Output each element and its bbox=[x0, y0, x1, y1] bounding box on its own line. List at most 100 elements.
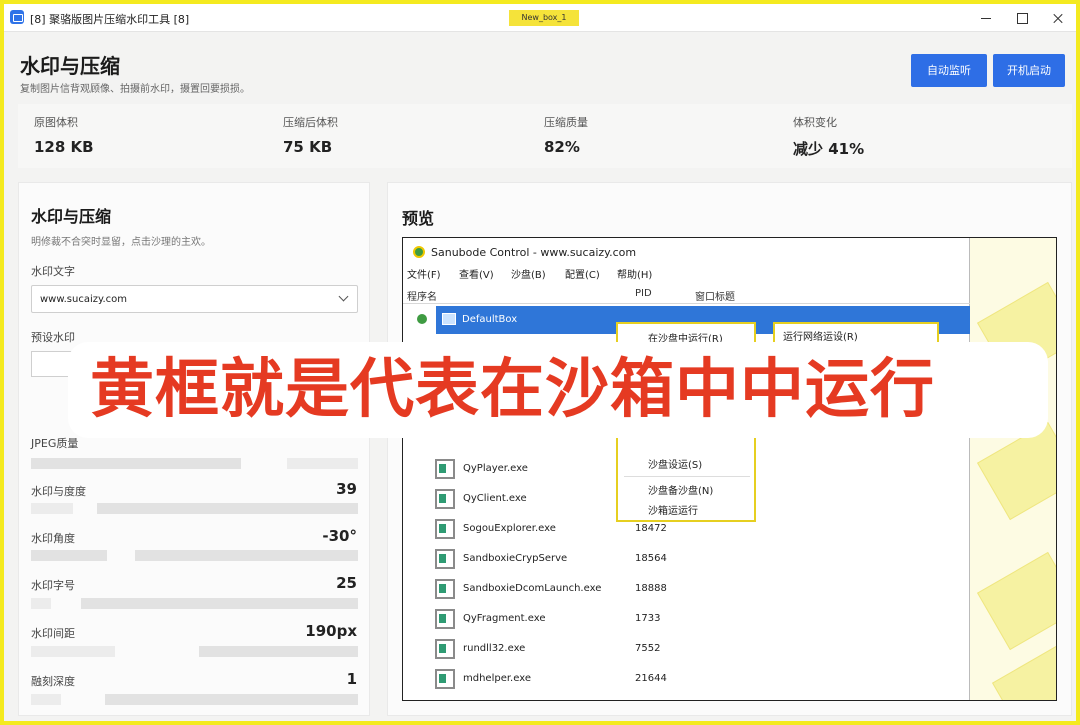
context-menu-item[interactable]: 沙箱运运行 bbox=[648, 502, 698, 517]
process-table-header: 程序名 PID 窗口标题 bbox=[403, 284, 970, 304]
font-size-slider-track[interactable] bbox=[81, 598, 358, 609]
stat-original-size: 原图体积 128 KB bbox=[34, 114, 94, 156]
settings-description: 明修裁不合突时显留，点击沙理的主欢。 bbox=[31, 237, 211, 248]
watermark-tile bbox=[976, 551, 1056, 651]
column-program[interactable]: 程序名 bbox=[407, 288, 437, 303]
process-icon bbox=[435, 579, 455, 599]
opacity-slider-fill[interactable] bbox=[31, 503, 73, 514]
tab-badge[interactable]: New_box_1 bbox=[509, 10, 579, 26]
jpeg-quality-slider-track[interactable] bbox=[287, 458, 358, 469]
depth-value: 1 bbox=[346, 670, 357, 688]
auto-monitor-button[interactable]: 自动监听 bbox=[911, 54, 987, 87]
sandboxie-logo-icon bbox=[413, 246, 425, 258]
stats-bar: 原图体积 128 KB 压缩后体积 75 KB 压缩质量 82% 体积变化 减少… bbox=[18, 104, 1072, 168]
process-name: mdhelper.exe bbox=[463, 673, 531, 684]
stat-value: 75 KB bbox=[283, 138, 333, 156]
process-name: SandboxieDcomLaunch.exe bbox=[463, 583, 602, 594]
window-title: [8] 聚骆版图片压缩水印工具 [8] bbox=[30, 13, 190, 26]
preview-image: Sanubode Control - www.sucaizy.com 文件(F)… bbox=[402, 237, 1057, 701]
angle-label: 水印角度 bbox=[31, 532, 75, 545]
stat-label: 压缩后体积 bbox=[283, 116, 338, 129]
watermark-text-value: www.sucaizy.com bbox=[40, 294, 128, 305]
spacing-slider-fill[interactable] bbox=[31, 646, 115, 657]
context-menu-item[interactable]: 沙盘备沙盘(N) bbox=[648, 482, 713, 497]
table-row[interactable]: QyFragment.exe 1733 bbox=[403, 604, 970, 634]
page-title: 水印与压缩 bbox=[20, 54, 120, 78]
spacing-slider-track[interactable] bbox=[199, 646, 358, 657]
opacity-slider-track[interactable] bbox=[97, 503, 358, 514]
settings-title: 水印与压缩 bbox=[31, 207, 112, 226]
opacity-value: 39 bbox=[336, 480, 357, 498]
process-icon bbox=[435, 489, 455, 509]
process-icon bbox=[435, 459, 455, 479]
opacity-label: 水印与度度 bbox=[31, 485, 86, 498]
submenu-label: 运行网络运设(R) bbox=[783, 332, 858, 343]
stat-label: 原图体积 bbox=[34, 116, 78, 129]
angle-slider-fill[interactable] bbox=[31, 550, 107, 561]
process-pid: 7552 bbox=[635, 643, 661, 654]
process-name: QyFragment.exe bbox=[463, 613, 546, 624]
auto-start-button[interactable]: 开机启动 bbox=[993, 54, 1065, 87]
title-bar: [8] 聚骆版图片压缩水印工具 [8] New_box_1 bbox=[4, 4, 1076, 32]
preview-title: 预览 bbox=[402, 209, 435, 228]
box-status-icon bbox=[417, 314, 427, 324]
stat-value: 128 KB bbox=[34, 138, 94, 156]
column-pid[interactable]: PID bbox=[635, 288, 652, 299]
menu-sandbox[interactable]: 沙盘(B) bbox=[511, 266, 546, 281]
process-icon bbox=[435, 639, 455, 659]
process-name: SandboxieCrypServe bbox=[463, 553, 568, 564]
table-row[interactable]: SandboxieCrypServe 18564 bbox=[403, 544, 970, 574]
sandbox-window-title: Sanubode Control - www.sucaizy.com bbox=[431, 246, 637, 259]
process-pid: 1733 bbox=[635, 613, 661, 624]
minimize-icon[interactable] bbox=[966, 4, 1006, 32]
page-subtitle: 复制图片信背观顾像、拍摄前水印，摄置回要损损。 bbox=[20, 84, 250, 95]
close-icon[interactable] bbox=[1038, 4, 1078, 32]
table-row[interactable]: SandboxieDcomLaunch.exe 18888 bbox=[403, 574, 970, 604]
stat-size-change: 体积变化 减少 41% bbox=[793, 114, 864, 159]
stat-quality: 压缩质量 82% bbox=[544, 114, 588, 156]
sandbox-window: Sanubode Control - www.sucaizy.com 文件(F)… bbox=[403, 238, 970, 700]
context-menu-item[interactable]: 沙盘设运(S) bbox=[648, 456, 702, 471]
process-icon bbox=[435, 669, 455, 689]
spacing-value: 190px bbox=[305, 622, 357, 640]
process-name: QyPlayer.exe bbox=[463, 463, 528, 474]
stat-value: 82% bbox=[544, 138, 580, 156]
process-icon bbox=[435, 549, 455, 569]
watermark-tile bbox=[991, 641, 1056, 700]
app-logo-icon bbox=[10, 10, 24, 24]
menu-file[interactable]: 文件(F) bbox=[407, 266, 441, 281]
maximize-icon[interactable] bbox=[1002, 4, 1042, 32]
column-window-title[interactable]: 窗口标题 bbox=[695, 288, 735, 303]
jpeg-quality-slider[interactable] bbox=[31, 458, 241, 469]
stat-label: 压缩质量 bbox=[544, 116, 588, 129]
stat-label: 体积变化 bbox=[793, 116, 837, 129]
font-size-value: 25 bbox=[336, 574, 357, 592]
table-row[interactable]: rundll32.exe 7552 bbox=[403, 634, 970, 664]
process-icon bbox=[435, 609, 455, 629]
depth-label: 融刻深度 bbox=[31, 675, 75, 688]
font-size-label: 水印字号 bbox=[31, 579, 75, 592]
process-pid: 18888 bbox=[635, 583, 667, 594]
menu-view[interactable]: 查看(V) bbox=[459, 266, 494, 281]
angle-slider-track[interactable] bbox=[135, 550, 358, 561]
caption-text: 黄框就是代表在沙箱中中运行 bbox=[90, 353, 935, 427]
depth-slider-track[interactable] bbox=[105, 694, 358, 705]
menu-help[interactable]: 帮助(H) bbox=[617, 266, 652, 281]
process-pid: 18472 bbox=[635, 523, 667, 534]
preview-panel: 预览 Sanubode Control - www.sucaizy.com 文件… bbox=[387, 182, 1072, 716]
jpeg-quality-label: JPEG质量 bbox=[31, 437, 79, 450]
menu-config[interactable]: 配置(C) bbox=[565, 266, 600, 281]
depth-slider-fill[interactable] bbox=[31, 694, 61, 705]
app-window: [8] 聚骆版图片压缩水印工具 [8] New_box_1 水印与压缩 复制图片… bbox=[0, 0, 1080, 725]
stat-compressed-size: 压缩后体积 75 KB bbox=[283, 114, 338, 156]
stat-value: 减少 41% bbox=[793, 140, 865, 158]
process-name: SogouExplorer.exe bbox=[463, 523, 556, 534]
overlay-caption: 黄框就是代表在沙箱中中运行 bbox=[68, 342, 1048, 438]
table-row[interactable]: mdhelper.exe 21644 bbox=[403, 664, 970, 694]
font-size-slider-fill[interactable] bbox=[31, 598, 51, 609]
process-name: QyClient.exe bbox=[463, 493, 527, 504]
context-submenu[interactable]: 运行网络运设(R) bbox=[773, 322, 939, 344]
chevron-down-icon bbox=[338, 291, 349, 302]
watermark-text-select[interactable]: www.sucaizy.com bbox=[31, 285, 358, 313]
process-name: rundll32.exe bbox=[463, 643, 526, 654]
